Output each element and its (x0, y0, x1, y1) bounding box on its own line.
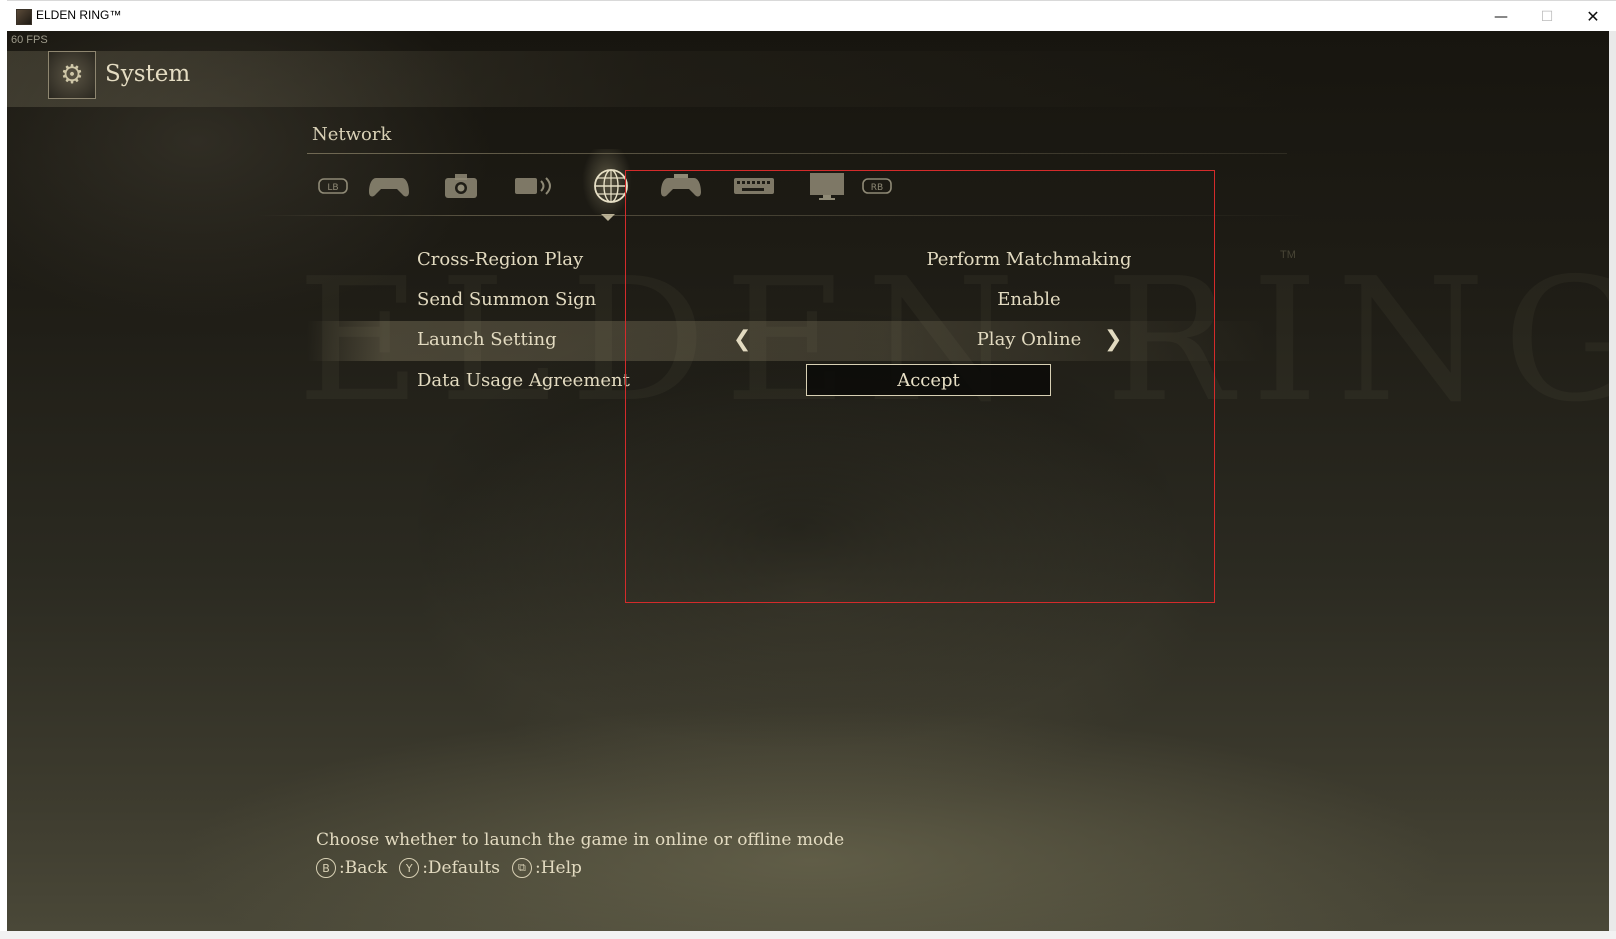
button-hints: B :Back Y :Defaults ⧉ :Help (316, 858, 588, 878)
page-title: System (105, 61, 191, 87)
maximize-icon[interactable]: ☐ (1524, 1, 1570, 32)
setting-label: Launch Setting (417, 329, 557, 350)
gears-icon: ⚙ (48, 51, 96, 99)
game-window: ELDEN RING™ — ☐ ✕ 60 FPS ELDEN RING TM ⚙… (0, 0, 1616, 939)
back-hint[interactable]: B :Back (316, 858, 387, 878)
hint-label: :Defaults (422, 858, 500, 878)
hint-label: :Back (339, 858, 388, 878)
lb-label: LB (327, 183, 338, 193)
divider (307, 153, 1287, 154)
window-title: ELDEN RING™ (36, 8, 122, 22)
minimize-icon[interactable]: — (1478, 1, 1524, 32)
title-bar: ELDEN RING™ — ☐ ✕ (7, 0, 1616, 32)
y-button-icon: Y (399, 858, 420, 878)
close-icon[interactable]: ✕ (1570, 1, 1616, 32)
sound-icon[interactable] (512, 168, 560, 204)
logo-tm: TM (1280, 249, 1296, 261)
setting-label: Data Usage Agreement (417, 370, 630, 391)
window-edge (0, 931, 1616, 939)
section-title: Network (312, 124, 392, 145)
header-band (7, 51, 1609, 107)
defaults-hint[interactable]: Y :Defaults (399, 858, 500, 878)
setting-label: Send Summon Sign (417, 289, 597, 310)
help-hint[interactable]: ⧉ :Help (511, 858, 582, 878)
help-description: Choose whether to launch the game in onl… (316, 830, 845, 850)
view-button-icon: ⧉ (511, 858, 532, 878)
camera-icon[interactable] (439, 168, 483, 204)
window-edge (1609, 31, 1616, 939)
game-viewport: 60 FPS ELDEN RING TM ⚙ System Network LB (7, 31, 1609, 931)
highlight-box (625, 170, 1215, 603)
lb-bumper-icon[interactable]: LB (315, 168, 351, 204)
fps-counter: 60 FPS (11, 34, 48, 46)
hint-label: :Help (534, 858, 582, 878)
app-icon (16, 9, 32, 25)
setting-label: Cross-Region Play (417, 249, 584, 270)
b-button-icon: B (316, 858, 336, 878)
game-controller-icon[interactable] (367, 168, 411, 204)
